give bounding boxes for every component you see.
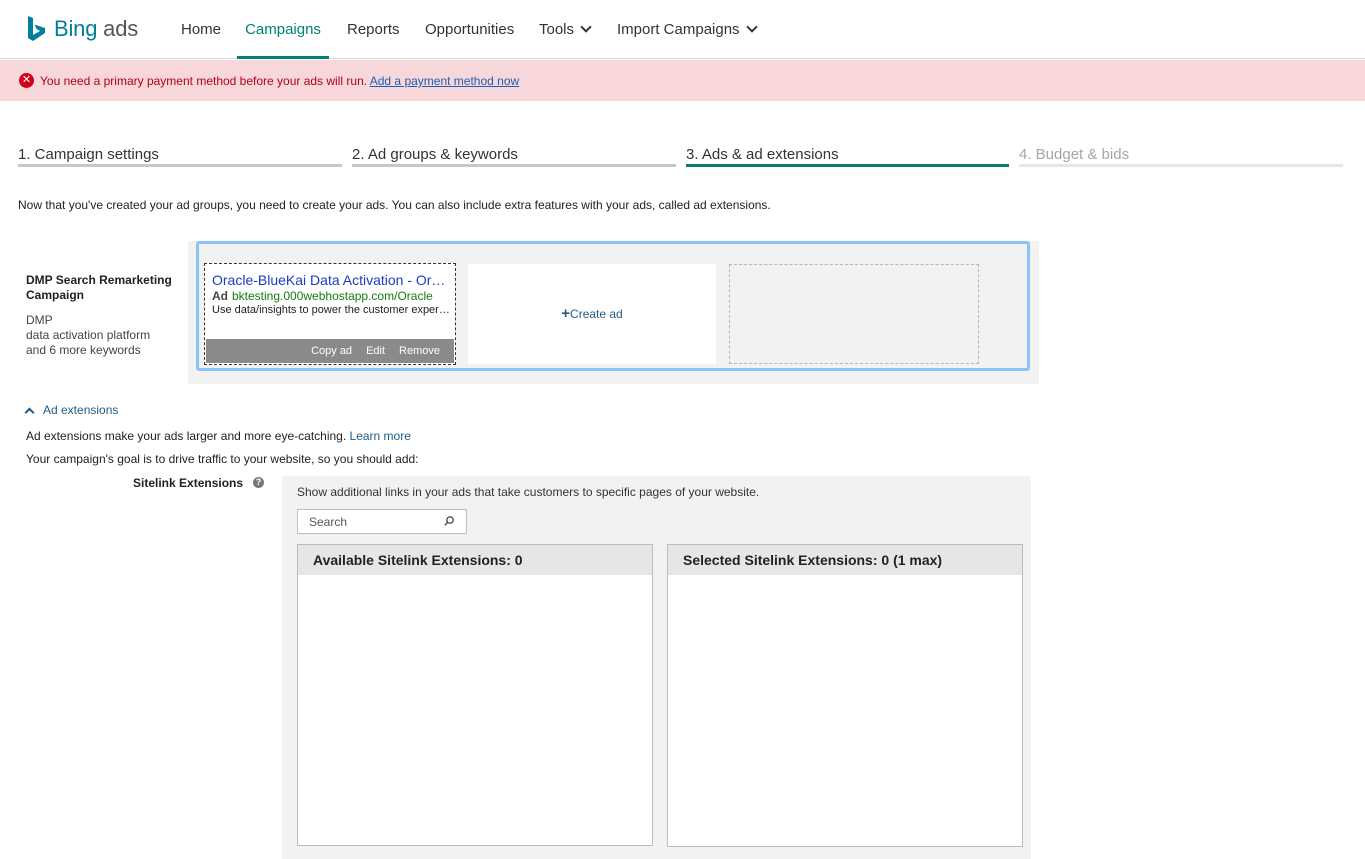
alert-text: You need a primary payment method before… — [40, 74, 519, 88]
add-payment-link[interactable]: Add a payment method now — [370, 74, 519, 88]
create-ad-label: Create ad — [570, 307, 623, 321]
nav-import-campaigns[interactable]: Import Campaigns — [617, 0, 758, 59]
error-icon: ✕ — [19, 73, 34, 88]
logo-text: Bing ads — [54, 16, 139, 41]
bing-ads-logo[interactable]: Bing ads — [26, 14, 138, 44]
keyword: data activation platform — [26, 328, 151, 342]
extensions-info-text: Ad extensions make your ads larger and m… — [26, 429, 347, 443]
sitelink-search — [297, 509, 467, 534]
ad-title[interactable]: Oracle-BlueKai Data Activation - Oracle — [212, 272, 450, 288]
ad-group-keywords: DMP data activation platform and 6 more … — [26, 313, 150, 358]
step-budget-bids: 4. Budget & bids — [1019, 146, 1343, 167]
chevron-down-icon — [580, 21, 592, 33]
top-nav: Bing ads Home Campaigns Reports Opportun… — [0, 0, 1365, 59]
intro-text: Now that you've created your ad groups, … — [18, 198, 771, 212]
search-input[interactable] — [298, 510, 433, 533]
ad-actions-bar: Copy ad Edit Remove — [206, 339, 454, 363]
help-icon[interactable]: ? — [253, 477, 264, 488]
nav-tools-label: Tools — [539, 21, 575, 38]
learn-more-link[interactable]: Learn more — [350, 429, 411, 443]
nav-reports[interactable]: Reports — [347, 0, 400, 59]
chevron-down-icon — [745, 21, 758, 33]
ad-group-name: DMP Search Remarketing Campaign — [26, 273, 172, 302]
nav-opportunities[interactable]: Opportunities — [425, 0, 514, 59]
ad-url: Ad bktesting.000webhostapp.com/Oracle — [212, 289, 450, 303]
sitelink-description: Show additional links in your ads that t… — [297, 485, 760, 499]
nav-campaigns[interactable]: Campaigns — [237, 0, 329, 59]
nav-home[interactable]: Home — [181, 0, 221, 59]
empty-ad-slot — [729, 264, 979, 364]
remove-ad-button[interactable]: Remove — [399, 345, 440, 357]
ad-extensions-label: Ad extensions — [43, 403, 119, 417]
nav-import-label: Import Campaigns — [617, 21, 740, 38]
ad-preview-card[interactable]: Oracle-BlueKai Data Activation - Oracle … — [204, 263, 456, 365]
selected-sitelinks-list[interactable]: Selected Sitelink Extensions: 0 (1 max) — [667, 544, 1023, 847]
ad-display-url: bktesting.000webhostapp.com/Oracle — [232, 289, 433, 303]
keyword: DMP — [26, 313, 53, 327]
step-campaign-settings[interactable]: 1. Campaign settings — [18, 146, 342, 167]
selected-sitelinks-header: Selected Sitelink Extensions: 0 (1 max) — [668, 545, 1022, 575]
more-keywords: and 6 more keywords — [26, 343, 141, 357]
step-ad-groups-keywords[interactable]: 2. Ad groups & keywords — [352, 146, 676, 167]
create-ad-button[interactable]: +Create ad — [468, 264, 716, 364]
available-sitelinks-list[interactable]: Available Sitelink Extensions: 0 — [297, 544, 653, 846]
chevron-up-icon — [24, 407, 35, 417]
alert-message: You need a primary payment method before… — [40, 74, 368, 88]
plus-icon: + — [561, 305, 571, 322]
edit-ad-button[interactable]: Edit — [366, 345, 385, 357]
bing-logo-icon — [28, 16, 45, 41]
extensions-info: Ad extensions make your ads larger and m… — [26, 429, 411, 443]
search-icon[interactable] — [444, 516, 454, 526]
copy-ad-button[interactable]: Copy ad — [311, 345, 352, 357]
ad-description: Use data/insights to power the customer … — [212, 304, 450, 316]
nav-tools[interactable]: Tools — [539, 0, 592, 59]
ad-badge: Ad — [212, 289, 228, 303]
payment-alert: ✕ You need a primary payment method befo… — [0, 60, 1365, 101]
ad-extensions-toggle[interactable]: Ad extensions — [22, 403, 118, 417]
campaign-goal-text: Your campaign's goal is to drive traffic… — [26, 452, 419, 466]
sitelink-extensions-label: Sitelink Extensions — [133, 476, 244, 490]
available-sitelinks-header: Available Sitelink Extensions: 0 — [298, 545, 652, 575]
step-ads-extensions[interactable]: 3. Ads & ad extensions — [686, 146, 1009, 167]
